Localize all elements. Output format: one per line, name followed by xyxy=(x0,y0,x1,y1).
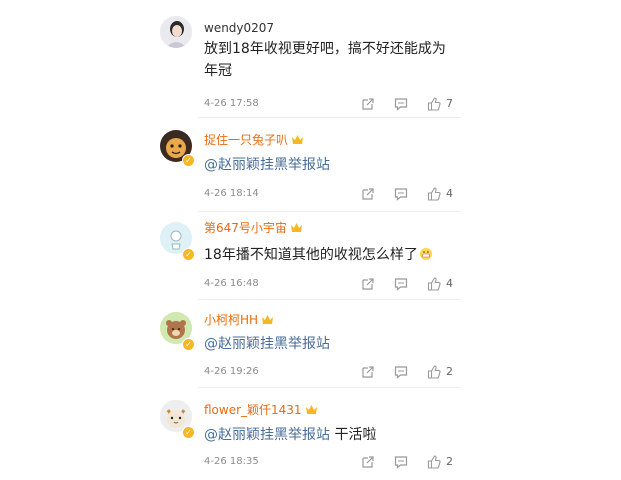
timestamp: 4-26 18:35 xyxy=(204,456,259,467)
timestamp: 4-26 16:48 xyxy=(204,278,259,289)
comment-text: 18年播不知道其他的收视怎么样了 xyxy=(204,244,454,266)
crown-icon xyxy=(262,315,274,324)
username[interactable]: wendy0207 xyxy=(204,20,274,36)
thumbs-up-icon[interactable] xyxy=(427,96,443,112)
timestamp: 4-26 17:58 xyxy=(204,98,259,109)
thumbs-up-icon[interactable] xyxy=(427,186,443,202)
comment-item: ✓ 捉住一只兔子叭 @赵丽颖挂黑举报站 4-26 18:14 4 xyxy=(150,128,465,212)
verified-badge: ✓ xyxy=(182,248,195,261)
crown-icon xyxy=(290,223,302,232)
comment-icon[interactable] xyxy=(394,364,410,380)
comment-meta: 4-26 18:35 2 xyxy=(204,454,454,470)
comment-body: 18年播不知道其他的收视怎么样了 xyxy=(204,247,418,263)
username-text[interactable]: 第647号小宇宙 xyxy=(204,221,287,235)
comment-text: @赵丽颖挂黑举报站 xyxy=(204,333,454,355)
thumbs-up-icon[interactable] xyxy=(427,454,443,470)
username[interactable]: 捉住一只兔子叭 xyxy=(204,132,304,148)
username[interactable]: 小柯柯HH xyxy=(204,312,274,328)
thumbs-up-icon[interactable] xyxy=(427,364,443,380)
like-count: 2 xyxy=(446,365,453,378)
share-icon[interactable] xyxy=(361,454,377,470)
username-text[interactable]: 小柯柯HH xyxy=(204,313,258,327)
verified-badge: ✓ xyxy=(182,426,195,439)
username[interactable]: flower_颖仟1431 xyxy=(204,402,318,418)
comment-icon[interactable] xyxy=(394,186,410,202)
verified-badge: ✓ xyxy=(182,338,195,351)
mention-link[interactable]: @赵丽颖挂黑举报站 xyxy=(204,336,330,352)
timestamp: 4-26 18:14 xyxy=(204,188,259,199)
like-count: 2 xyxy=(446,455,453,468)
divider xyxy=(198,117,461,118)
username-text[interactable]: flower_颖仟1431 xyxy=(204,403,302,417)
thumbs-up-icon[interactable] xyxy=(427,276,443,292)
mention-link[interactable]: @赵丽颖挂黑举报站 xyxy=(204,427,330,443)
comment-text: 放到18年收视更好吧，搞不好还能成为年冠 xyxy=(204,38,454,82)
comment-meta: 4-26 18:14 4 xyxy=(204,186,454,202)
comment-body: 干活啦 xyxy=(330,427,377,443)
username-text[interactable]: 捉住一只兔子叭 xyxy=(204,133,288,147)
comment-item: ✓ 第647号小宇宙 18年播不知道其他的收视怎么样了 4-26 16:48 4 xyxy=(150,212,465,300)
comment-meta: 4-26 17:58 7 xyxy=(204,96,454,112)
share-icon[interactable] xyxy=(361,364,377,380)
like-count: 4 xyxy=(446,187,453,200)
username[interactable]: 第647号小宇宙 xyxy=(204,220,303,236)
like-count: 7 xyxy=(446,97,453,110)
timestamp: 4-26 19:26 xyxy=(204,366,259,377)
comment-list: wendy0207 放到18年收视更好吧，搞不好还能成为年冠 4-26 17:5… xyxy=(150,0,465,480)
comment-text: @赵丽颖挂黑举报站 干活啦 xyxy=(204,424,454,446)
crown-icon xyxy=(305,405,317,414)
share-icon[interactable] xyxy=(361,96,377,112)
grin-emoji-icon xyxy=(419,248,432,260)
crown-icon xyxy=(292,135,304,144)
comment-meta: 4-26 16:48 4 xyxy=(204,276,454,292)
portrait-avatar[interactable] xyxy=(160,16,192,48)
like-count: 4 xyxy=(446,277,453,290)
share-icon[interactable] xyxy=(361,186,377,202)
username-text[interactable]: wendy0207 xyxy=(204,21,274,35)
comment-body: 放到18年收视更好吧，搞不好还能成为年冠 xyxy=(204,41,446,79)
comment-item: wendy0207 放到18年收视更好吧，搞不好还能成为年冠 4-26 17:5… xyxy=(150,14,465,118)
comment-icon[interactable] xyxy=(394,96,410,112)
comment-icon[interactable] xyxy=(394,276,410,292)
mention-link[interactable]: @赵丽颖挂黑举报站 xyxy=(204,157,330,173)
comment-item: ✓ 小柯柯HH @赵丽颖挂黑举报站 4-26 19:26 2 xyxy=(150,300,465,388)
share-icon[interactable] xyxy=(361,276,377,292)
comment-text: @赵丽颖挂黑举报站 xyxy=(204,154,454,176)
comment-item: ✓ flower_颖仟1431 @赵丽颖挂黑举报站 干活啦 4-26 18:35… xyxy=(150,388,465,480)
verified-badge: ✓ xyxy=(182,154,195,167)
comment-meta: 4-26 19:26 2 xyxy=(204,364,454,380)
comment-icon[interactable] xyxy=(394,454,410,470)
